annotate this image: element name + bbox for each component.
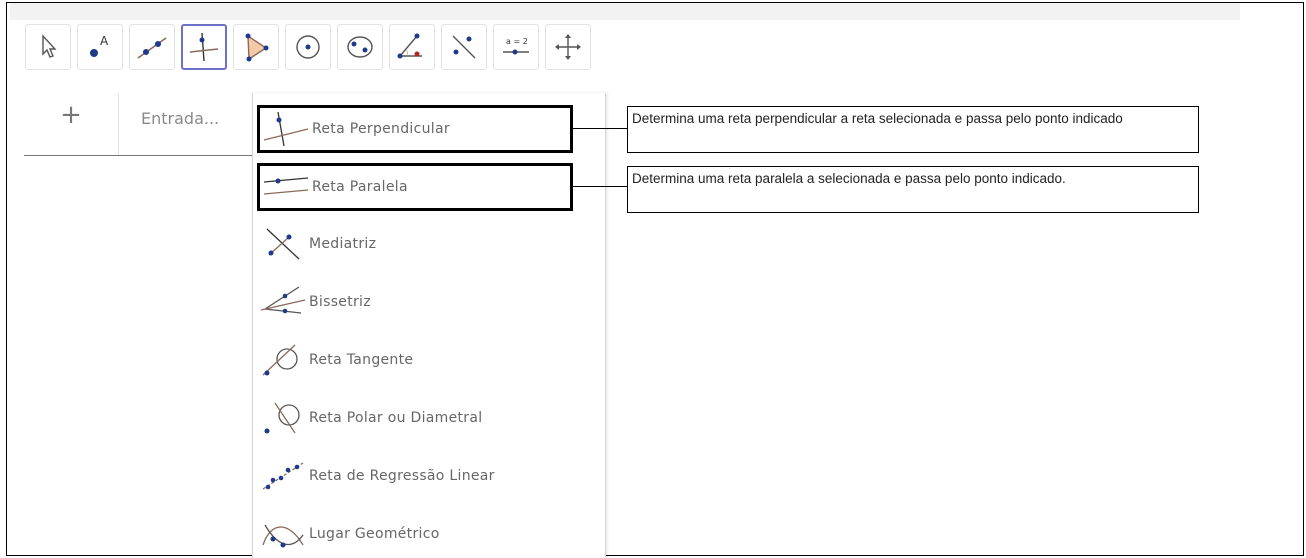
add-input-button[interactable]: + [56, 100, 86, 130]
slider-tool-label: a = 2 [506, 37, 528, 46]
reflect-tool-button[interactable] [441, 24, 487, 70]
window-top-strip [10, 3, 1240, 20]
line-tools-dropdown: Reta Perpendicular Reta Paralela Mediatr… [252, 93, 606, 558]
polygon-icon [245, 33, 269, 62]
algebra-divider [24, 155, 256, 156]
menu-item-bissetriz[interactable]: Bissetriz [257, 279, 597, 325]
menu-item-label: Bissetriz [309, 294, 371, 310]
move-graphics-icon [555, 34, 581, 60]
move-tool-button[interactable] [25, 24, 71, 70]
main-toolbar: A a = 2 [25, 24, 591, 74]
perpendicular-icon [189, 32, 219, 62]
arrow-cursor-icon [42, 34, 57, 58]
menu-item-mediatriz[interactable]: Mediatriz [257, 221, 597, 267]
perpendicular-callout-connector [572, 128, 628, 129]
regression-icon [257, 456, 309, 496]
screenshot-frame [6, 2, 1304, 556]
perpendicular-line-tool-button[interactable] [181, 24, 227, 70]
point-tool-button[interactable]: A [77, 24, 123, 70]
menu-item-label: Reta de Regressão Linear [309, 468, 495, 484]
circle-tool-button[interactable] [285, 24, 331, 70]
perpendicular-callout-text: Determina uma reta perpendicular a reta … [632, 111, 1123, 126]
menu-item-reta-tangente[interactable]: Reta Tangente [257, 337, 597, 383]
parallel-line-icon [260, 167, 312, 207]
angle-tool-button[interactable] [389, 24, 435, 70]
slider-tool-button[interactable]: a = 2 [493, 24, 539, 70]
menu-item-label: Lugar Geométrico [309, 526, 440, 542]
algebra-input-area [118, 93, 263, 155]
menu-item-label: Reta Perpendicular [312, 121, 450, 137]
point-icon: A [90, 34, 109, 57]
menu-item-reta-polar[interactable]: Reta Polar ou Diametral [257, 395, 597, 441]
line-tool-button[interactable] [129, 24, 175, 70]
tangent-icon [257, 340, 309, 380]
move-graphics-tool-button[interactable] [545, 24, 591, 70]
perpendicular-callout: Determina uma reta perpendicular a reta … [627, 106, 1199, 153]
perpendicular-bisector-icon [257, 224, 309, 264]
parallel-callout: Determina uma reta paralela a selecionad… [627, 166, 1199, 213]
polar-line-icon [257, 398, 309, 438]
locus-icon [257, 514, 309, 554]
ellipse-tool-button[interactable] [337, 24, 383, 70]
menu-item-reta-perpendicular[interactable]: Reta Perpendicular [257, 105, 573, 153]
menu-item-label: Reta Tangente [309, 352, 414, 368]
perpendicular-line-icon [260, 109, 312, 149]
line-icon [137, 37, 167, 59]
menu-item-reta-regressao[interactable]: Reta de Regressão Linear [257, 453, 597, 499]
ellipse-icon [347, 36, 373, 58]
circle-icon [296, 35, 320, 59]
input-bar-field[interactable] [139, 108, 263, 129]
menu-item-label: Mediatriz [309, 236, 377, 252]
menu-item-label: Reta Paralela [312, 179, 408, 195]
reflect-icon [452, 35, 476, 59]
point-tool-label: A [100, 34, 109, 48]
polygon-tool-button[interactable] [233, 24, 279, 70]
menu-item-lugar-geometrico[interactable]: Lugar Geométrico [257, 511, 597, 557]
menu-item-reta-paralela[interactable]: Reta Paralela [257, 163, 573, 211]
angle-bisector-icon [257, 282, 309, 322]
parallel-callout-text: Determina uma reta paralela a selecionad… [632, 171, 1066, 186]
angle-icon [397, 33, 422, 59]
menu-item-label: Reta Polar ou Diametral [309, 410, 483, 426]
slider-icon: a = 2 [503, 37, 529, 55]
parallel-callout-connector [572, 186, 628, 187]
